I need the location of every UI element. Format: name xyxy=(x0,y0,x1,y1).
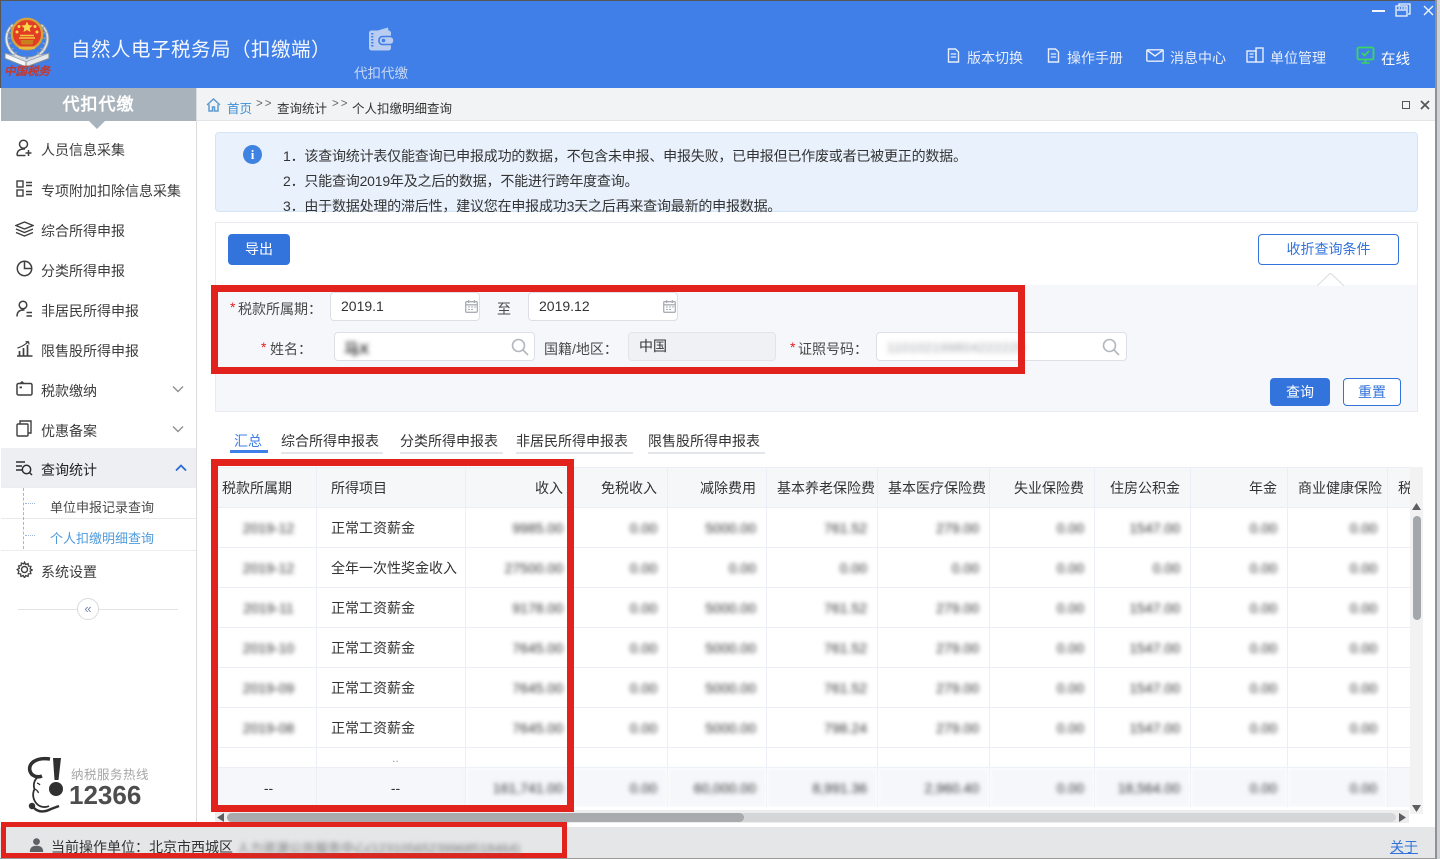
svg-text:中国税务: 中国税务 xyxy=(4,65,52,78)
